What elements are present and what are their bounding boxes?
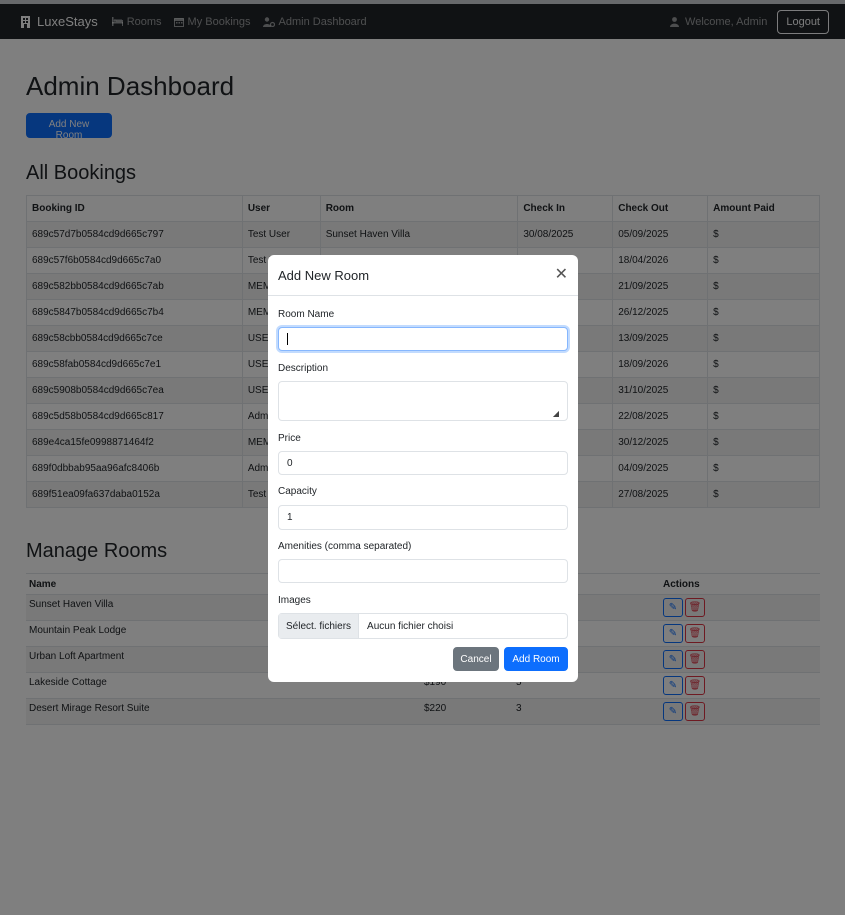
close-icon[interactable]: ✕	[555, 267, 568, 283]
room-name-input[interactable]	[278, 327, 568, 351]
capacity-input[interactable]: 1	[278, 505, 568, 530]
add-room-submit-button[interactable]: Add Room	[504, 647, 568, 671]
cancel-button[interactable]: Cancel	[453, 647, 499, 671]
price-input[interactable]: 0	[278, 451, 568, 475]
capacity-label: Capacity	[278, 486, 317, 497]
amenities-input[interactable]	[278, 559, 568, 583]
modal-title: Add New Room	[278, 267, 370, 283]
images-label: Images	[278, 595, 311, 606]
add-room-modal: Add New Room ✕ Room Name Description ◢ P…	[268, 255, 578, 682]
modal-header: Add New Room ✕	[268, 255, 578, 296]
room-name-label: Room Name	[278, 309, 335, 320]
images-file-input[interactable]: Sélect. fichiers Aucun fichier choisi	[278, 613, 568, 639]
file-status: Aucun fichier choisi	[367, 620, 454, 632]
price-label: Price	[278, 433, 301, 444]
modal-body: Room Name Description ◢ Price 0 Capacity…	[268, 296, 578, 639]
description-textarea[interactable]: ◢	[278, 381, 568, 421]
resize-handle-icon[interactable]: ◢	[553, 409, 559, 418]
text-caret	[287, 333, 288, 345]
description-label: Description	[278, 363, 329, 374]
modal-footer: Cancel Add Room	[453, 647, 568, 671]
amenities-label: Amenities (comma separated)	[278, 541, 412, 552]
choose-files-button[interactable]: Sélect. fichiers	[279, 614, 360, 638]
